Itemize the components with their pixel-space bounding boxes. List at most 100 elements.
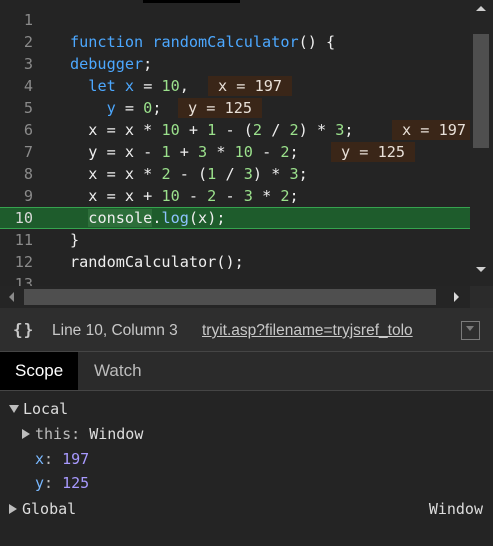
code-token: () { xyxy=(298,33,336,51)
inline-variable-value: y = 125 xyxy=(178,98,263,118)
line-number[interactable]: 5 xyxy=(0,97,33,119)
code-token: 2 xyxy=(252,121,263,139)
code-token: * xyxy=(252,187,281,205)
line-number[interactable]: 3 xyxy=(0,53,33,75)
code-token: ; xyxy=(143,55,153,73)
line-number[interactable]: 13 xyxy=(0,273,33,286)
code-token: , xyxy=(179,77,189,95)
collapse-triangle-icon[interactable] xyxy=(9,504,17,514)
scope-property-x[interactable]: x: 197 xyxy=(35,447,89,471)
code-line-active[interactable]: 10 console.log(x); xyxy=(0,207,470,229)
line-number[interactable]: 12 xyxy=(0,251,33,273)
code-token: ; xyxy=(298,165,308,183)
scope-section-title: Global xyxy=(22,500,77,518)
code-line[interactable]: 3 debugger; xyxy=(0,53,470,75)
code-token: / xyxy=(216,165,244,183)
code-token: function xyxy=(70,33,144,51)
line-number[interactable]: 2 xyxy=(0,31,33,53)
horizontal-scroll-thumb[interactable] xyxy=(24,289,436,305)
code-line[interactable]: 7 y = x - 1 + 3 * 10 - 2; y = 125 xyxy=(0,141,470,163)
code-token: * xyxy=(207,143,235,161)
vertical-scroll-thumb[interactable] xyxy=(473,34,489,148)
code-token: - xyxy=(252,143,281,161)
property-value[interactable]: 125 xyxy=(62,474,89,492)
code-token: let xyxy=(88,77,116,95)
code-token: - ( xyxy=(170,165,208,183)
line-number[interactable]: 10 xyxy=(0,208,33,228)
code-text: y = x - 1 + 3 * 10 - 2; xyxy=(70,141,298,163)
code-token: x = x * xyxy=(70,165,162,183)
code-line[interactable]: 13 xyxy=(0,273,470,286)
code-line[interactable]: 2 function randomCalculator() { xyxy=(0,31,470,53)
collapse-triangle-icon[interactable] xyxy=(22,429,30,439)
editor-status-bar: {} Line 10, Column 3 tryit.asp?filename=… xyxy=(0,308,493,352)
code-line[interactable]: 6 x = x * 10 + 1 - (2 / 2) * 3; x = 197 xyxy=(0,119,477,141)
sidebar-tab-bar: Scope Watch xyxy=(0,352,493,391)
pretty-print-icon[interactable]: {} xyxy=(13,320,34,339)
code-token: randomCalculator xyxy=(152,33,299,51)
scroll-corner xyxy=(470,286,493,308)
tab-scope[interactable]: Scope xyxy=(0,352,78,390)
line-number[interactable]: 6 xyxy=(0,119,33,141)
code-line[interactable]: 8 x = x * 2 - (1 / 3) * 3; xyxy=(0,163,470,185)
code-token: 3 xyxy=(289,165,299,183)
code-token: - xyxy=(216,187,244,205)
line-number[interactable]: 4 xyxy=(0,75,33,97)
line-number[interactable]: 1 xyxy=(0,9,33,31)
code-token: y = x - xyxy=(70,143,162,161)
property-name: this xyxy=(35,425,72,443)
code-token: 2 xyxy=(161,165,171,183)
expand-triangle-icon[interactable] xyxy=(9,405,19,413)
inline-variable-value: x = 197 xyxy=(392,120,477,140)
scroll-left-icon[interactable] xyxy=(9,292,14,302)
code-text: x = x * 2 - (1 / 3) * 3; xyxy=(70,163,308,185)
scope-section-local[interactable]: Local xyxy=(9,397,68,421)
scope-property-this[interactable]: this: Window xyxy=(22,422,143,446)
code-editor[interactable]: 1 2 function randomCalculator() {3 debugger… xyxy=(0,0,493,286)
property-value[interactable]: 197 xyxy=(62,450,89,468)
code-token: 0 xyxy=(143,99,153,117)
code-token: 2 xyxy=(289,121,299,139)
line-number[interactable]: 11 xyxy=(0,229,33,251)
code-token: 10 xyxy=(161,121,180,139)
code-token: - ( xyxy=(216,121,253,139)
vertical-scrollbar[interactable] xyxy=(470,0,493,286)
code-token: 3 xyxy=(243,165,253,183)
code-token: ) * xyxy=(252,165,290,183)
scroll-down-icon[interactable] xyxy=(476,267,486,272)
line-number[interactable]: 8 xyxy=(0,163,33,185)
inline-variable-value: x = 197 xyxy=(208,76,293,96)
code-token: ; xyxy=(344,121,354,139)
line-number[interactable]: 7 xyxy=(0,141,33,163)
code-text: function randomCalculator() { xyxy=(70,31,335,53)
code-token: 2 xyxy=(280,187,290,205)
code-line[interactable]: 4 let x = 10, x = 197 xyxy=(0,75,470,97)
coverage-toggle-icon[interactable] xyxy=(461,321,480,340)
line-number[interactable]: 9 xyxy=(0,185,33,207)
code-text: } xyxy=(70,229,79,251)
code-line[interactable]: 12 randomCalculator(); xyxy=(0,251,470,273)
code-token: 3 xyxy=(198,143,208,161)
code-text: y = 0; xyxy=(70,97,162,119)
code-token: 10 xyxy=(234,143,253,161)
code-line[interactable]: 9 x = x + 10 - 2 - 3 * 2; xyxy=(0,185,470,207)
source-file-link[interactable]: tryit.asp?filename=tryjsref_tolo xyxy=(202,322,442,340)
scroll-right-icon[interactable] xyxy=(454,292,459,302)
code-text: console.log(x); xyxy=(70,208,225,228)
scroll-up-icon[interactable] xyxy=(476,6,486,11)
code-line[interactable]: 11} xyxy=(0,229,470,251)
code-token: randomCalculator xyxy=(70,253,217,271)
code-line[interactable]: 5 y = 0; y = 125 xyxy=(0,97,470,119)
scope-property-y[interactable]: y: 125 xyxy=(35,471,89,495)
tab-watch[interactable]: Watch xyxy=(79,352,157,390)
scope-section-global[interactable]: Global Window xyxy=(9,497,489,521)
horizontal-scrollbar[interactable] xyxy=(0,286,470,308)
code-line[interactable]: 1 xyxy=(0,9,470,31)
property-name: y xyxy=(35,474,45,492)
code-token: 10 xyxy=(161,77,180,95)
code-token: 3 xyxy=(243,187,253,205)
